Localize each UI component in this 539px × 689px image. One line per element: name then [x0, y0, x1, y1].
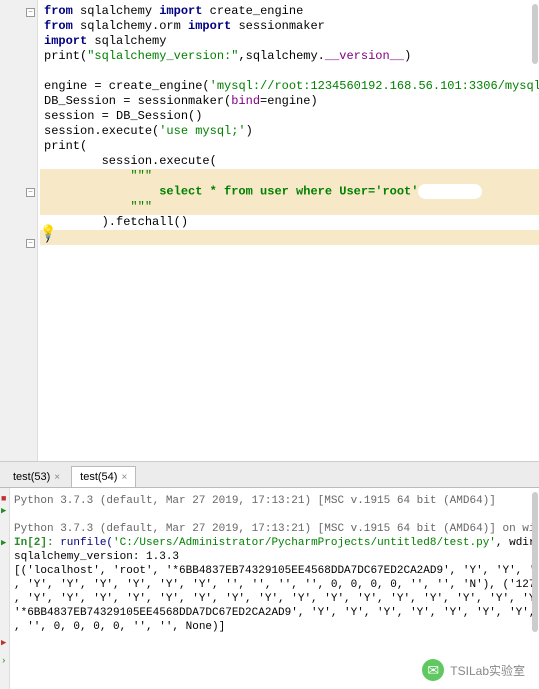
marker-icon: ›	[1, 656, 6, 666]
fold-icon[interactable]: −	[26, 188, 35, 197]
console-line: [('localhost', 'root', '*6BB4837EB743291…	[14, 564, 537, 578]
console-line: , 'Y', 'Y', 'Y', 'Y', 'Y', 'Y', '', '', …	[14, 578, 537, 592]
run-icon[interactable]: ▶	[1, 506, 6, 516]
console-line: Python 3.7.3 (default, Mar 27 2019, 17:1…	[14, 494, 537, 508]
stop-icon[interactable]: ■	[1, 494, 6, 504]
console-line: '*6BB4837EB74329105EE4568DDA7DC67ED2CA2A…	[14, 606, 537, 620]
close-icon[interactable]: ×	[54, 472, 60, 483]
console-gutter: ■ ▶ ▶ ▶ ›	[0, 488, 10, 689]
console-line: , 'Y', 'Y', 'Y', 'Y', 'Y', 'Y', 'Y', 'Y'…	[14, 592, 537, 606]
caret-indicator	[418, 184, 481, 199]
console-tabs: test(53)× test(54)×	[0, 462, 539, 488]
close-icon[interactable]: ×	[121, 472, 127, 483]
fold-icon[interactable]: −	[26, 8, 35, 17]
console-line: Python 3.7.3 (default, Mar 27 2019, 17:1…	[14, 522, 537, 536]
fold-icon[interactable]: −	[26, 239, 35, 248]
wechat-icon: ✉	[422, 659, 444, 681]
watermark: ✉ TSILab实验室	[416, 657, 531, 683]
lightbulb-icon[interactable]: 💡	[40, 225, 52, 237]
code-editor-pane: − − − 💡 from sqlalchemy import create_en…	[0, 0, 539, 462]
watermark-text: TSILab实验室	[450, 662, 525, 679]
marker-icon: ▶	[1, 638, 6, 648]
run-icon[interactable]: ▶	[1, 538, 6, 548]
console-line: sqlalchemy_version: 1.3.3	[14, 550, 537, 564]
console-output[interactable]: Python 3.7.3 (default, Mar 27 2019, 17:1…	[12, 488, 539, 640]
console-line: In[2]: runfile('C:/Users/Administrator/P…	[14, 536, 537, 550]
code-area[interactable]: from sqlalchemy import create_engine fro…	[40, 0, 539, 245]
console-line: , '', 0, 0, 0, 0, '', '', None)]	[14, 620, 537, 634]
console-scrollbar[interactable]	[532, 492, 538, 632]
editor-gutter: − − −	[0, 0, 38, 461]
tab-test53[interactable]: test(53)×	[4, 466, 69, 487]
tab-test54[interactable]: test(54)×	[71, 466, 136, 487]
editor-scrollbar[interactable]	[532, 4, 538, 64]
